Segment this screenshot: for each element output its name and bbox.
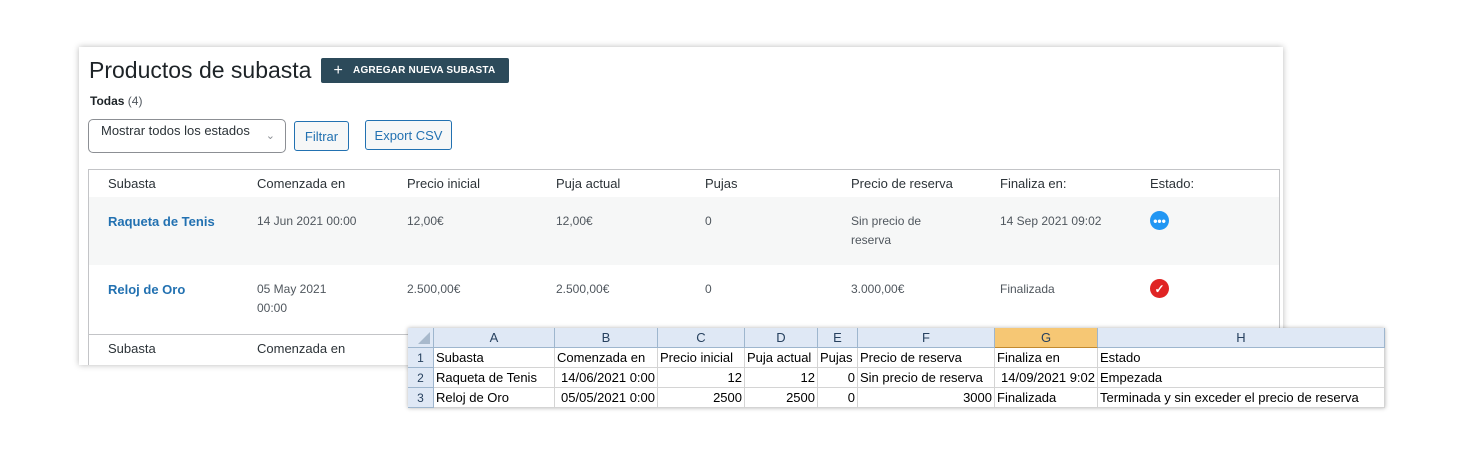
col-header-bids[interactable]: Pujas <box>705 176 738 191</box>
bids-cell: 0 <box>705 214 712 228</box>
bids-cell: 0 <box>705 282 712 296</box>
auction-products-panel: Productos de subasta + AGREGAR NUEVA SUB… <box>79 47 1283 365</box>
col-header-current-bid[interactable]: Puja actual <box>556 176 620 191</box>
chevron-down-icon: ⌄ <box>265 130 275 142</box>
reserve-cell: 3.000,00€ <box>851 282 905 296</box>
cell-e1[interactable]: Pujas <box>818 348 858 368</box>
cell-c3[interactable]: 2500 <box>658 388 745 408</box>
cell-b2[interactable]: 14/06/2021 0:00 <box>555 368 658 388</box>
add-auction-label: AGREGAR NUEVA SUBASTA <box>353 65 496 76</box>
current-bid-cell: 2.500,00€ <box>556 282 610 296</box>
title-row: Productos de subasta + AGREGAR NUEVA SUB… <box>89 57 510 84</box>
filter-button[interactable]: Filtrar <box>294 121 349 151</box>
filter-all-count: (4) <box>127 94 143 108</box>
row-header-3[interactable]: 3 <box>408 388 434 408</box>
cell-f2[interactable]: Sin precio de reserva <box>858 368 995 388</box>
start-price-cell: 12,00€ <box>407 214 444 228</box>
more-icon: ••• <box>1150 211 1169 230</box>
col-header-c[interactable]: C <box>658 328 745 348</box>
cell-h2[interactable]: Empezada <box>1098 368 1385 388</box>
col-header-subasta[interactable]: Subasta <box>108 176 156 191</box>
cell-h1[interactable]: Estado <box>1098 348 1385 368</box>
start-price-cell: 2.500,00€ <box>407 282 461 296</box>
cell-a3[interactable]: Reloj de Oro <box>434 388 555 408</box>
select-all-corner[interactable] <box>408 328 434 348</box>
footer-col-subasta[interactable]: Subasta <box>108 341 156 356</box>
table-header-row: Subasta Comenzada en Precio inicial Puja… <box>89 170 1279 198</box>
plus-icon: + <box>333 61 344 79</box>
filter-all-link[interactable]: Todas <box>90 94 124 108</box>
col-header-a[interactable]: A <box>434 328 555 348</box>
cell-g1[interactable]: Finaliza en <box>995 348 1098 368</box>
col-header-started[interactable]: Comenzada en <box>257 176 345 191</box>
cell-c1[interactable]: Precio inicial <box>658 348 745 368</box>
cell-g3[interactable]: Finalizada <box>995 388 1098 408</box>
col-header-h[interactable]: H <box>1098 328 1385 348</box>
started-cell-line2: 00:00 <box>257 301 288 315</box>
cell-f3[interactable]: 3000 <box>858 388 995 408</box>
col-header-g[interactable]: G <box>995 328 1098 348</box>
export-csv-button[interactable]: Export CSV <box>365 120 452 150</box>
auction-name-link[interactable]: Raqueta de Tenis <box>108 212 215 231</box>
cell-e3[interactable]: 0 <box>818 388 858 408</box>
spreadsheet-preview: A B C D E F G H 1 2 3 Subasta Comenzada … <box>408 328 1385 408</box>
cell-b1[interactable]: Comenzada en <box>555 348 658 368</box>
cell-d1[interactable]: Puja actual <box>745 348 818 368</box>
started-cell: 14 Jun 2021 00:00 <box>257 214 357 228</box>
cell-a2[interactable]: Raqueta de Tenis <box>434 368 555 388</box>
col-header-reserve[interactable]: Precio de reserva <box>851 176 953 191</box>
reserve-cell-line1: Sin precio de <box>851 214 922 228</box>
col-header-ends[interactable]: Finaliza en: <box>1000 176 1066 191</box>
row-header-2[interactable]: 2 <box>408 368 434 388</box>
status-filter-links: Todas (4) <box>90 94 142 108</box>
cell-h3[interactable]: Terminada y sin exceder el precio de res… <box>1098 388 1385 408</box>
footer-col-started[interactable]: Comenzada en <box>257 341 345 356</box>
cell-a1[interactable]: Subasta <box>434 348 555 368</box>
col-header-e[interactable]: E <box>818 328 858 348</box>
started-cell-line1: 05 May 2021 <box>257 282 327 296</box>
col-header-start-price[interactable]: Precio inicial <box>407 176 480 191</box>
cell-b3[interactable]: 05/05/2021 0:00 <box>555 388 658 408</box>
col-header-b[interactable]: B <box>555 328 658 348</box>
page-title: Productos de subasta <box>89 57 312 83</box>
cell-d3[interactable]: 2500 <box>745 388 818 408</box>
col-header-d[interactable]: D <box>745 328 818 348</box>
ends-cell: Finalizada <box>1000 282 1055 296</box>
col-header-status[interactable]: Estado: <box>1150 176 1194 191</box>
cell-d2[interactable]: 12 <box>745 368 818 388</box>
status-select[interactable]: Mostrar todos los estados ⌄ <box>88 119 286 153</box>
cell-g2[interactable]: 14/09/2021 9:02 <box>995 368 1098 388</box>
reserve-cell-line2: reserva <box>851 233 892 247</box>
cell-e2[interactable]: 0 <box>818 368 858 388</box>
current-bid-cell: 12,00€ <box>556 214 593 228</box>
table-row: Reloj de Oro 05 May 2021 00:00 2.500,00€… <box>89 265 1279 334</box>
add-auction-button[interactable]: + AGREGAR NUEVA SUBASTA <box>321 58 510 83</box>
status-select-value: Mostrar todos los estados <box>101 123 250 138</box>
table-row: Raqueta de Tenis 14 Jun 2021 00:00 12,00… <box>89 197 1279 265</box>
auction-name-link[interactable]: Reloj de Oro <box>108 280 185 299</box>
cell-f1[interactable]: Precio de reserva <box>858 348 995 368</box>
col-header-f[interactable]: F <box>858 328 995 348</box>
cell-c2[interactable]: 12 <box>658 368 745 388</box>
ends-cell: 14 Sep 2021 09:02 <box>1000 214 1102 228</box>
row-header-1[interactable]: 1 <box>408 348 434 368</box>
check-icon: ✓ <box>1150 279 1169 298</box>
